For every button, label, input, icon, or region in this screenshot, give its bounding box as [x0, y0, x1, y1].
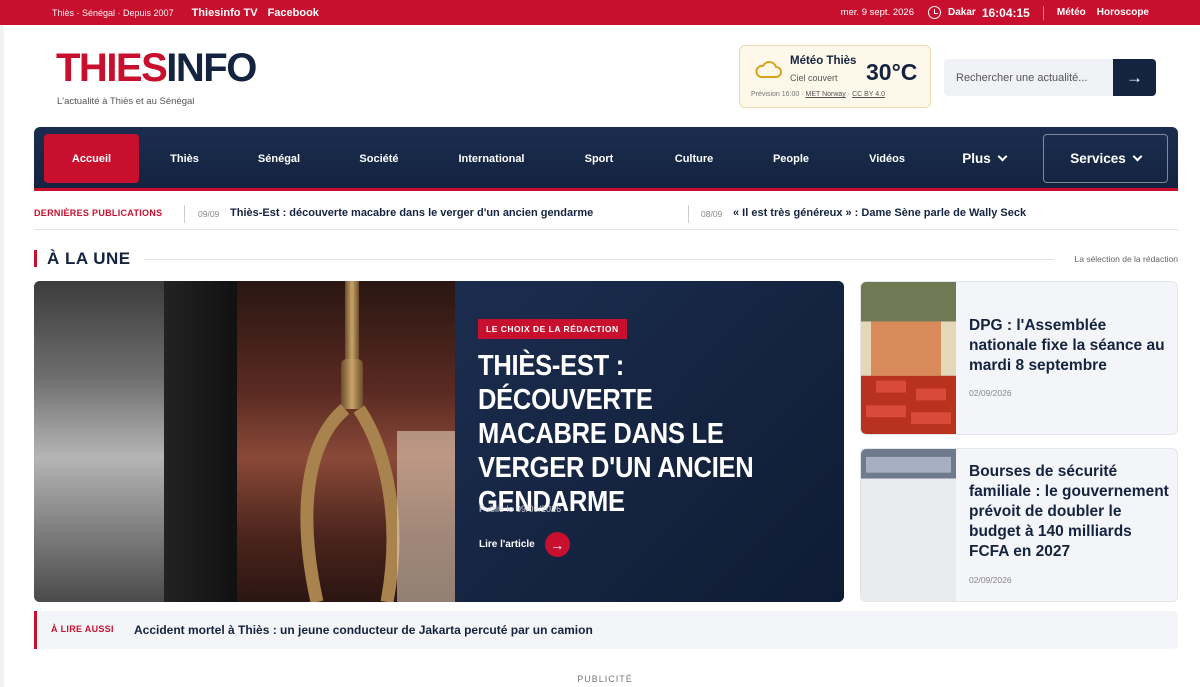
- forecast-dot: ·: [847, 91, 851, 98]
- cloud-icon: [755, 61, 782, 78]
- clock-city: Dakar: [948, 7, 976, 18]
- nav-services-label: Services: [1070, 151, 1126, 166]
- top-bar: Thiès · Sénégal · Depuis 2007 Thiesinfo …: [0, 0, 1200, 25]
- site-slogan: L'actualité à Thiès et au Sénégal: [57, 96, 195, 107]
- section-subtitle: La sélection de la rédaction: [1074, 254, 1179, 264]
- article-thumbnail: [861, 449, 956, 601]
- nav-item-international[interactable]: International: [444, 134, 539, 183]
- side-article-title[interactable]: DPG : l'Assemblée nationale fixe la séan…: [969, 316, 1169, 376]
- top-tagline: Thiès · Sénégal · Depuis 2007: [52, 7, 174, 18]
- link-meteo[interactable]: Météo: [1057, 7, 1086, 18]
- nav-more-dropdown[interactable]: Plus: [949, 134, 1019, 183]
- hero-publish-date: Publié le 09/09/2026: [479, 504, 562, 514]
- latest-item-date: 09/09: [198, 209, 220, 219]
- section-rule: [144, 259, 1054, 260]
- side-article-title[interactable]: Bourses de sécurité familiale : le gouve…: [969, 462, 1169, 562]
- logo-part-red: THIES: [56, 46, 168, 90]
- section-title: À LA UNE: [47, 249, 131, 268]
- hero-image-left: [34, 281, 237, 602]
- section-header: À LA UNE La sélection de la rédaction: [34, 247, 1178, 271]
- also-read-label: À LIRE AUSSI: [51, 624, 114, 634]
- weather-license-link[interactable]: CC BY 4.0: [852, 91, 885, 98]
- weather-title: Météo Thiès: [790, 55, 857, 67]
- advertisement-label: PUBLICITÉ: [577, 674, 633, 684]
- nav-item-accueil[interactable]: Accueil: [44, 134, 139, 183]
- weather-widget[interactable]: Météo Thiès Ciel couvert 30°C Prévision …: [739, 45, 931, 108]
- nav-item-senegal[interactable]: Sénégal: [244, 134, 314, 183]
- nav-item-videos[interactable]: Vidéos: [852, 134, 922, 183]
- hero-title[interactable]: Thiès-Est : découverte macabre dans le v…: [478, 349, 786, 519]
- current-date: mer. 9 sept. 2026: [840, 7, 914, 18]
- read-article-label: Lire l'article: [479, 539, 535, 550]
- weather-forecast: Prévision 16:00 · MET Norway · CC BY 4.0: [751, 91, 885, 98]
- divider: [688, 205, 689, 223]
- search-input[interactable]: [944, 59, 1114, 96]
- nav-item-people[interactable]: People: [756, 134, 826, 183]
- divider: [184, 205, 185, 223]
- latest-publications-ticker: DERNIÈRES PUBLICATIONS 09/09 Thiès-Est :…: [34, 200, 1178, 230]
- main-navigation: Accueil Thiès Sénégal Société Internatio…: [34, 127, 1178, 191]
- search-bar: →: [944, 59, 1156, 96]
- clock-icon: [928, 6, 941, 19]
- latest-item-date: 08/09: [701, 209, 723, 219]
- nav-item-culture[interactable]: Culture: [659, 134, 729, 183]
- editor-choice-badge: LE CHOIX DE LA RÉDACTION: [478, 319, 627, 339]
- link-horoscope[interactable]: Horoscope: [1097, 7, 1149, 18]
- site-logo[interactable]: THIESINFO: [56, 46, 257, 90]
- nav-more-label: Plus: [962, 151, 991, 166]
- side-article-date: 02/09/2026: [969, 388, 1012, 398]
- weather-condition: Ciel couvert: [790, 73, 838, 83]
- nav-services-dropdown[interactable]: Services: [1043, 134, 1168, 183]
- link-thiesinfo-tv[interactable]: Thiesinfo TV: [192, 7, 258, 19]
- latest-label: DERNIÈRES PUBLICATIONS: [34, 208, 163, 218]
- also-read-title[interactable]: Accident mortel à Thiès : un jeune condu…: [134, 623, 593, 637]
- read-article-button[interactable]: Lire l'article →: [479, 532, 570, 557]
- also-read-banner[interactable]: À LIRE AUSSI Accident mortel à Thiès : u…: [34, 611, 1178, 649]
- side-article-card[interactable]: Bourses de sécurité familiale : le gouve…: [860, 448, 1178, 602]
- nav-item-thies[interactable]: Thiès: [152, 134, 217, 183]
- latest-item-link[interactable]: Thiès-Est : découverte macabre dans le v…: [230, 207, 593, 219]
- arrow-right-icon: →: [544, 532, 570, 557]
- nav-item-societe[interactable]: Société: [344, 134, 414, 183]
- latest-item-link[interactable]: « Il est très généreux » : Dame Sène par…: [733, 207, 1026, 219]
- noose-image: [300, 281, 455, 602]
- link-facebook[interactable]: Facebook: [268, 7, 319, 19]
- weather-temperature: 30°C: [866, 59, 918, 85]
- section-accent-bar: [34, 250, 37, 267]
- chevron-down-icon: [1132, 151, 1143, 162]
- arrow-right-icon: →: [1126, 67, 1143, 87]
- clock-time: 16:04:15: [981, 5, 1030, 20]
- page-left-edge: [0, 25, 4, 687]
- logo-part-navy: INFO: [166, 46, 257, 90]
- forecast-text: Prévision 16:00 ·: [751, 91, 804, 98]
- weather-source-link[interactable]: MET Norway: [805, 91, 845, 98]
- divider: [1042, 5, 1044, 20]
- hero-article[interactable]: LE CHOIX DE LA RÉDACTION Thiès-Est : déc…: [34, 281, 844, 602]
- search-submit-button[interactable]: →: [1113, 59, 1156, 96]
- nav-item-sport[interactable]: Sport: [564, 134, 634, 183]
- chevron-down-icon: [997, 151, 1008, 162]
- assembly-thumbnail: [861, 282, 956, 434]
- side-article-date: 02/09/2026: [969, 575, 1012, 585]
- side-article-card[interactable]: DPG : l'Assemblée nationale fixe la séan…: [860, 281, 1178, 435]
